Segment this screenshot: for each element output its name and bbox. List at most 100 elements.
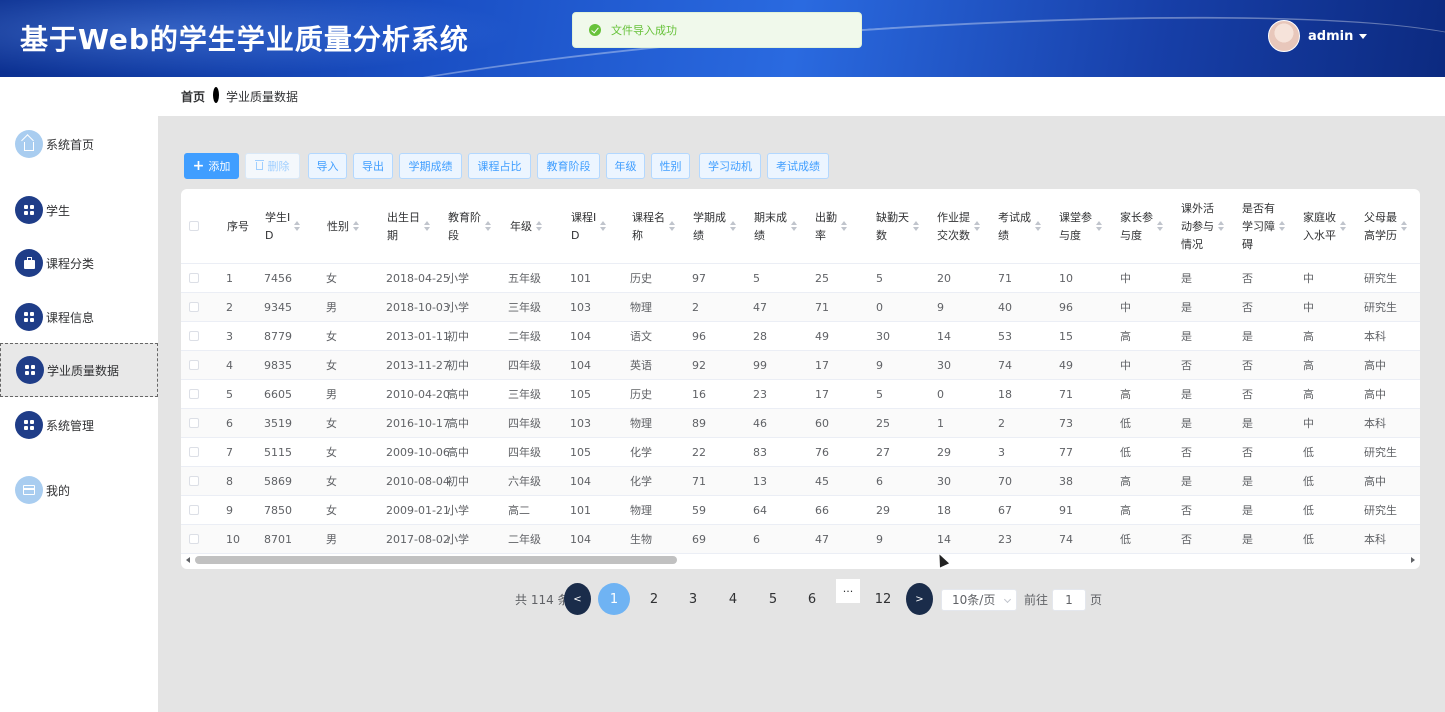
column-header[interactable]: 考试成绩 [998,189,1041,264]
prev-page-button[interactable]: < [564,583,591,615]
sidebar-item-quality-data[interactable]: 学业质量数据 [0,343,158,397]
row-checkbox[interactable] [189,302,199,312]
column-header[interactable]: 家长参 与度 [1120,189,1163,264]
sort-icon[interactable] [1096,221,1102,232]
column-header[interactable]: 年级 [510,189,542,264]
column-header[interactable]: 课程I D [571,189,607,264]
row-checkbox[interactable] [189,447,199,457]
page-3[interactable]: 3 [677,583,709,615]
delete-button[interactable]: 删除 [245,153,300,179]
sort-icon[interactable] [1401,221,1407,232]
row-checkbox[interactable] [189,389,199,399]
sidebar-item-home[interactable]: 系统首页 [0,117,158,171]
column-header[interactable]: 性别 [327,189,359,264]
scroll-right-icon[interactable] [1411,557,1415,563]
table-row[interactable]: 6 3519 女 2016-10-17 高中 四年级 103 物理 89 46 60 25 1 2 73 低 是… [181,409,1420,438]
gender-button[interactable]: 性别 [651,153,690,179]
sort-icon[interactable] [669,221,675,232]
row-checkbox[interactable] [189,273,199,283]
scrollbar-thumb[interactable] [195,556,677,564]
column-header[interactable]: 出生日期 [387,189,430,264]
username[interactable]: admin [1308,29,1353,44]
sort-icon[interactable] [841,221,847,232]
grade-button[interactable]: 年级 [606,153,645,179]
table-row[interactable]: 4 9835 女 2013-11-27 初中 四年级 104 英语 92 99 17 9 30 74 49 中… [181,351,1420,380]
column-header[interactable]: 课外活 动参与 情况 [1181,189,1224,264]
row-checkbox[interactable] [189,534,199,544]
row-checkbox[interactable] [189,476,199,486]
column-header[interactable]: 课程名称 [632,189,675,264]
table-row[interactable]: 8 5869 女 2010-08-04 初中 六年级 104 化学 71 13 45 6 30 70 38 高… [181,467,1420,496]
sort-icon[interactable] [1035,221,1041,232]
table-cell: 3 [998,446,1005,459]
row-checkbox[interactable] [189,418,199,428]
avatar[interactable] [1268,20,1300,52]
column-header[interactable]: 学生I D [265,189,301,264]
row-checkbox[interactable] [189,360,199,370]
sidebar-item-course-info[interactable]: 课程信息 [0,290,158,344]
sidebar-item-students[interactable]: 学生 [0,183,158,237]
column-header[interactable]: 父母最 高学历 [1364,189,1407,264]
column-header[interactable]: 作业提 交次数 [937,189,980,264]
table-row[interactable]: 9 7850 女 2009-01-21 小学 高二 101 物理 59 64 66 29 18 67 91 高… [181,496,1420,525]
sidebar-item-course-category[interactable]: 课程分类 [0,236,158,290]
sort-icon[interactable] [913,221,919,232]
term-score-button[interactable]: 学期成绩 [399,153,462,179]
column-header[interactable]: 教育阶段 [448,189,491,264]
next-page-button[interactable]: > [906,583,933,615]
horizontal-scrollbar[interactable] [181,554,1420,566]
column-header[interactable]: 是否有 学习障碍 [1242,189,1285,264]
column-header[interactable]: 期末成绩 [754,189,797,264]
caret-down-icon[interactable] [1359,33,1368,39]
page-1[interactable]: 1 [598,583,630,615]
table-row[interactable]: 2 9345 男 2018-10-03 小学 三年级 103 物理 2 47 71 0 9 40 96 中 是 否… [181,293,1420,322]
column-header[interactable]: 出勤率 [815,189,847,264]
sort-icon[interactable] [353,221,359,232]
sidebar-item-mine[interactable]: 我的 [0,463,158,517]
exam-score-button[interactable]: 考试成绩 [767,153,829,179]
page-4[interactable]: 4 [717,583,749,615]
page-2[interactable]: 2 [638,583,670,615]
page-size-select[interactable]: 10条/页 [941,589,1017,611]
sort-icon[interactable] [294,221,301,232]
import-button[interactable]: 导入 [308,153,347,179]
row-checkbox[interactable] [189,505,199,515]
column-header[interactable]: 序号 [227,189,249,264]
column-header[interactable]: 家庭收 入水平 [1303,189,1346,264]
sidebar-item-system[interactable]: 系统管理 [0,398,158,452]
table-row[interactable]: 3 8779 女 2013-01-11 初中 二年级 104 语文 96 28 49 30 14 53 15… [181,322,1420,351]
sort-icon[interactable] [1157,221,1163,232]
table-row[interactable]: 5 6605 男 2010-04-20 高中 三年级 105 历史 16 23 17 5 0 18 71 高是… [181,380,1420,409]
page-5[interactable]: 5 [757,583,789,615]
sort-icon[interactable] [1279,221,1285,232]
select-all-checkbox[interactable] [189,221,199,231]
sort-icon[interactable] [424,221,430,232]
sort-icon[interactable] [730,221,736,232]
add-button[interactable]: + 添加 [184,153,239,179]
scroll-left-icon[interactable] [186,557,190,563]
table-row[interactable]: 10 8701 男 2017-08-02 小学 二年级 104 生物 69 6 47 9 14 23 74 低… [181,525,1420,554]
more-pages-icon[interactable]: ··· [836,579,860,603]
table-row[interactable]: 1 7456 女 2018-04-25 小学 五年级 101 历史 97 5 25 5 20 71 10 中 是… [181,264,1420,293]
edu-stage-button[interactable]: 教育阶段 [537,153,600,179]
sort-icon[interactable] [536,221,542,232]
column-header[interactable]: 课堂参 与度 [1059,189,1102,264]
column-header[interactable]: 缺勤天数 [876,189,919,264]
column-header[interactable]: 学期成绩 [693,189,736,264]
sort-icon[interactable] [791,221,797,232]
page-6[interactable]: 6 [796,583,828,615]
course-ratio-button[interactable]: 课程占比 [468,153,531,179]
page-last[interactable]: 12 [867,583,899,615]
sort-icon[interactable] [1218,221,1224,232]
sort-icon[interactable] [485,221,491,232]
user-menu[interactable]: admin [1268,20,1368,52]
goto-page-input[interactable]: 1 [1052,589,1086,611]
sort-icon[interactable] [600,221,607,232]
row-checkbox[interactable] [189,331,199,341]
breadcrumb-home[interactable]: 首页 [181,88,205,105]
table-row[interactable]: 7 5115 女 2009-10-06 高中 四年级 105 化学 22 83 76 27 29 3 77 低… [181,438,1420,467]
sort-icon[interactable] [1340,221,1346,232]
motivation-button[interactable]: 学习动机 [699,153,761,179]
export-button[interactable]: 导出 [353,153,393,179]
sort-icon[interactable] [974,221,980,232]
